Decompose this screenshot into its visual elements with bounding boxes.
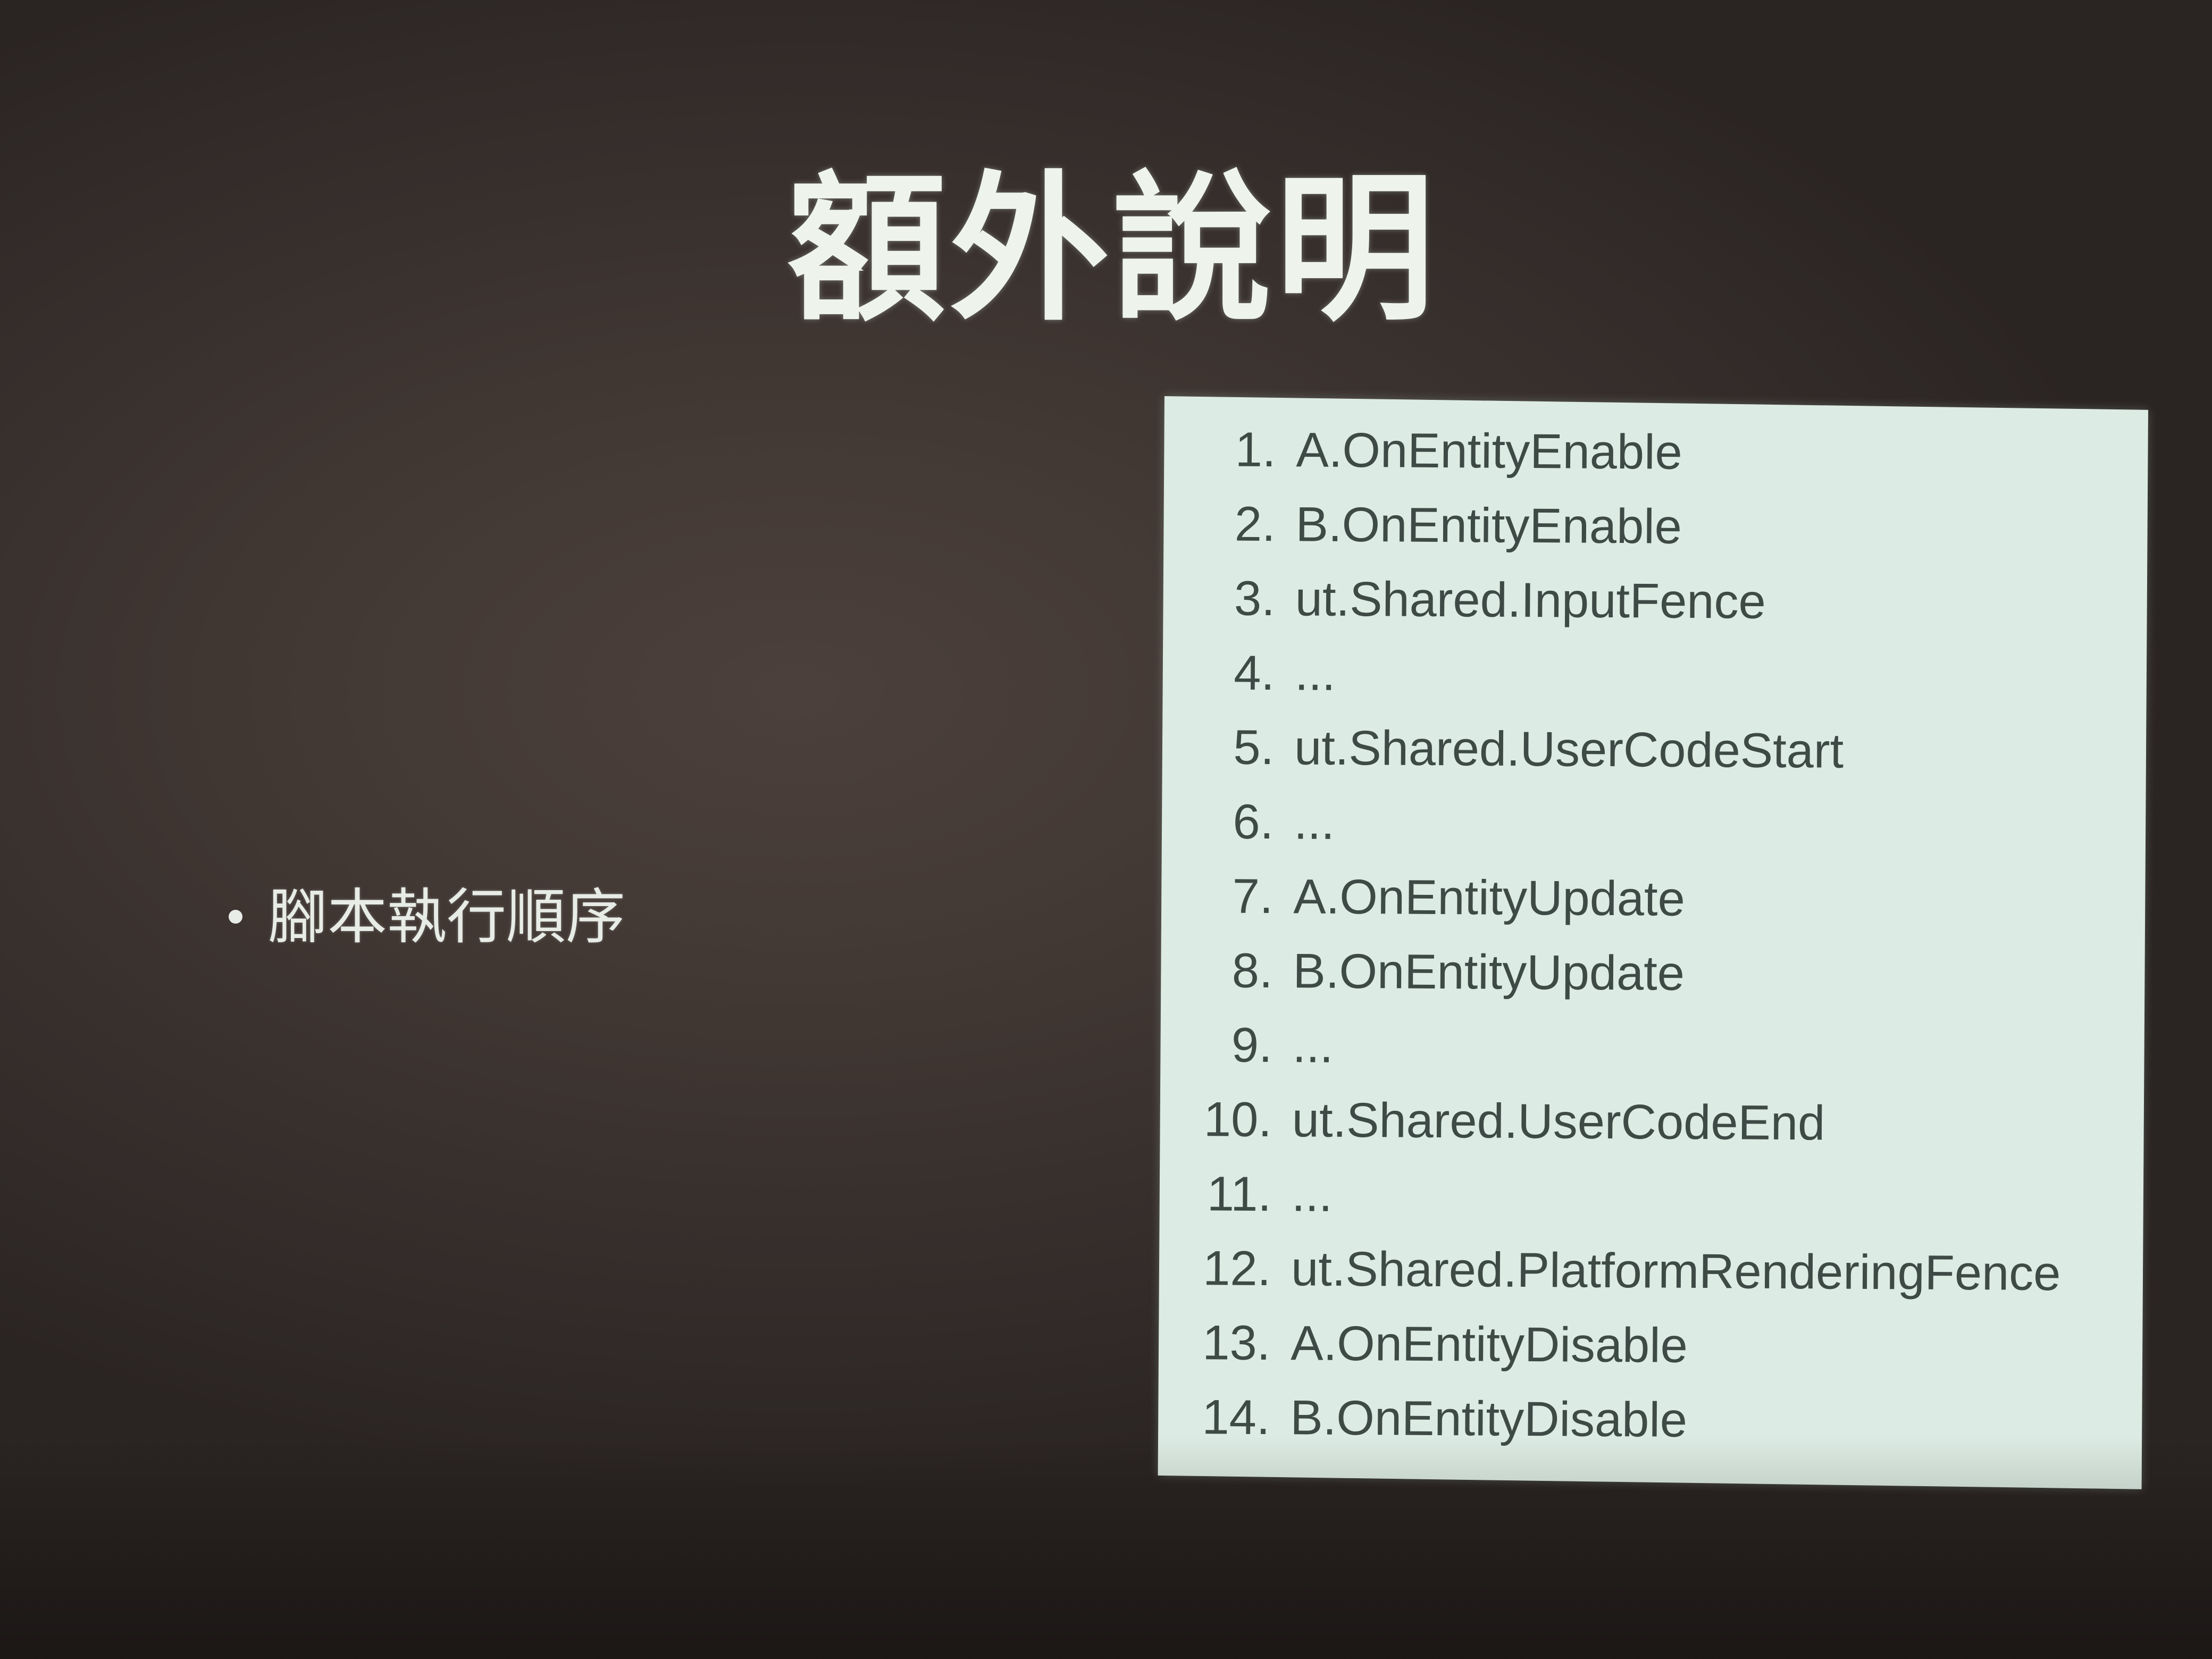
- list-item-text: ut.Shared.UserCodeEnd: [1292, 1093, 1825, 1151]
- list-item-number: 2.: [1234, 497, 1276, 552]
- list-item-text: ...: [1294, 646, 1336, 701]
- list-item-text: B.OnEntityDisable: [1290, 1390, 1688, 1447]
- list-item-number: 13.: [1202, 1316, 1271, 1371]
- list-item: 11....: [1176, 1157, 2062, 1236]
- list-item-text: B.OnEntityUpdate: [1293, 944, 1685, 1001]
- list-item: 10. ut.Shared.UserCodeEnd: [1176, 1082, 2062, 1162]
- list-item-number: 14.: [1202, 1390, 1270, 1445]
- list-item-number: 10.: [1203, 1092, 1272, 1147]
- list-item-text: ...: [1291, 1167, 1333, 1222]
- list-item-number: 8.: [1231, 943, 1273, 999]
- list-item: 13. A.OnEntityDisable: [1175, 1305, 2060, 1385]
- bullet-item-script-order: 腳本執行順序: [229, 883, 625, 952]
- bullet-text: 腳本執行順序: [268, 883, 625, 952]
- list-item-text: ...: [1293, 795, 1335, 850]
- list-item: 14. B.OnEntityDisable: [1174, 1380, 2060, 1460]
- list-item: 2. B.OnEntityEnable: [1179, 487, 2065, 566]
- projected-slide: 額外說明 腳本執行順序 1. A.OnEntityEnable 2. B.OnEnt…: [0, 0, 2212, 1659]
- list-item: 12. ut.Shared.PlatformRenderingFence: [1175, 1231, 2061, 1311]
- list-item: 1. A.OnEntityEnable: [1180, 412, 2066, 492]
- list-item: 3. ut.Shared.InputFence: [1179, 561, 2065, 641]
- list-item-number: 9.: [1231, 1018, 1273, 1073]
- execution-order-list: 1. A.OnEntityEnable 2. B.OnEntityEnable 3.…: [1174, 412, 2066, 1460]
- bullet-dot-icon: [229, 910, 242, 924]
- list-item-text: B.OnEntityEnable: [1295, 497, 1682, 554]
- list-item-number: 1.: [1235, 422, 1276, 477]
- list-item: 4....: [1179, 635, 2065, 715]
- slide-title: 額外說明: [787, 157, 1438, 342]
- list-item-text: A.OnEntityDisable: [1290, 1316, 1688, 1373]
- list-item: 9....: [1176, 1008, 2062, 1087]
- list-item-number: 12.: [1202, 1241, 1271, 1296]
- list-item-number: 7.: [1232, 869, 1273, 924]
- list-item-text: ...: [1292, 1018, 1334, 1073]
- list-item-text: ut.Shared.PlatformRenderingFence: [1291, 1242, 2061, 1301]
- list-item: 7. A.OnEntityUpdate: [1177, 859, 2063, 939]
- list-item-text: A.OnEntityUpdate: [1293, 869, 1686, 926]
- list-item-text: ut.Shared.UserCodeStart: [1294, 720, 1844, 778]
- list-item-number: 4.: [1233, 646, 1275, 701]
- list-item-number: 5.: [1233, 720, 1275, 775]
- list-item: 6....: [1178, 784, 2064, 864]
- list-item-text: ut.Shared.InputFence: [1295, 572, 1766, 629]
- list-item: 5. ut.Shared.UserCodeStart: [1178, 710, 2064, 790]
- list-item-number: 3.: [1234, 571, 1276, 626]
- list-item: 8. B.OnEntityUpdate: [1177, 933, 2063, 1013]
- list-item-number: 6.: [1233, 794, 1274, 850]
- list-item-text: A.OnEntityEnable: [1296, 423, 1683, 480]
- list-item-number: 11.: [1206, 1167, 1272, 1222]
